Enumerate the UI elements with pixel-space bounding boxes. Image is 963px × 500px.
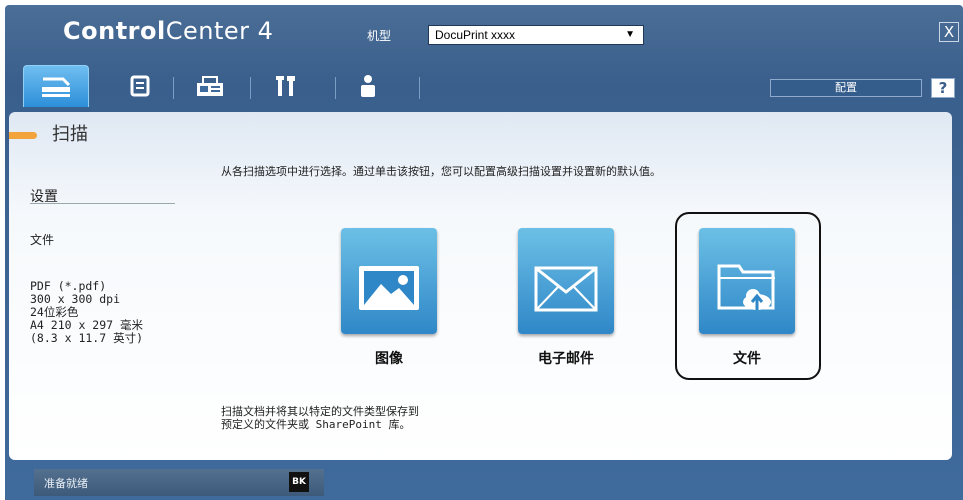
settings-divider — [30, 203, 175, 204]
model-dropdown[interactable]: DocuPrint xxxx ▼ — [428, 25, 644, 45]
scan-image-label: 图像 — [375, 351, 403, 367]
document-icon — [130, 75, 150, 97]
model-value: DocuPrint xxxx — [435, 28, 516, 42]
scan-description: 扫描文档并将其以特定的文件类型保存到 预定义的文件夹或 SharePoint 库… — [221, 405, 419, 431]
scan-email-button[interactable] — [518, 228, 614, 334]
tab-support[interactable] — [343, 65, 393, 107]
instruction-text: 从各扫描选项中进行选择。通过单击该按钮，您可以配置高级扫描设置并设置新的默认值。 — [221, 165, 661, 178]
model-label: 机型 — [367, 29, 392, 43]
section-title: 扫描 — [52, 124, 88, 145]
email-icon — [534, 266, 598, 312]
scan-file-label: 文件 — [733, 351, 761, 367]
scanner-icon — [42, 77, 71, 97]
scan-image-button[interactable] — [341, 228, 437, 334]
settings-scan-type: 文件 — [30, 233, 55, 247]
tab-separator — [419, 77, 420, 99]
section-accent-bar — [9, 132, 37, 139]
scan-file-button[interactable] — [699, 228, 795, 334]
tab-fax[interactable] — [185, 65, 235, 107]
tab-pc-fax[interactable] — [115, 65, 165, 107]
tab-scan[interactable] — [23, 65, 89, 107]
settings-details: PDF (*.pdf) 300 x 300 dpi 24位彩色 A4 210 x… — [30, 280, 143, 345]
tab-device-settings[interactable] — [261, 65, 311, 107]
tab-separator — [250, 77, 251, 99]
fax-icon — [197, 76, 223, 96]
scan-email-label: 电子邮件 — [538, 351, 594, 367]
app-title: ControlCenter 4 — [63, 17, 273, 45]
status-text: 准备就绪 — [44, 477, 88, 490]
person-icon — [361, 75, 375, 97]
tools-icon — [276, 76, 295, 96]
toner-bk-indicator: BK — [289, 472, 309, 492]
config-button[interactable]: 配置 — [770, 79, 922, 97]
close-button[interactable]: X — [939, 22, 959, 42]
title-bar: ControlCenter 4 机型 DocuPrint xxxx ▼ X — [5, 5, 963, 57]
app-title-light: Center 4 — [165, 17, 274, 45]
help-button[interactable]: ? — [931, 78, 955, 98]
tab-separator — [173, 77, 174, 99]
description-line: 预定义的文件夹或 SharePoint 库。 — [221, 418, 411, 431]
dropdown-arrow-icon: ▼ — [625, 29, 635, 40]
image-icon — [359, 266, 419, 310]
folder-upload-icon — [717, 264, 775, 310]
description-line: 扫描文档并将其以特定的文件类型保存到 — [221, 405, 419, 418]
app-title-bold: Control — [63, 17, 166, 45]
tab-separator — [335, 77, 336, 99]
settings-detail: (8.3 x 11.7 英寸) — [30, 331, 144, 345]
